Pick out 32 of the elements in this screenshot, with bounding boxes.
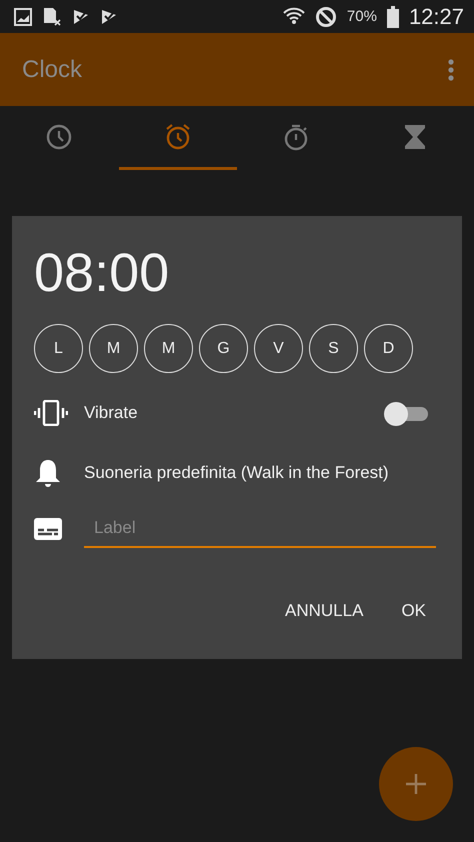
do-not-disturb-icon — [314, 6, 337, 28]
vibrate-label: Vibrate — [84, 403, 138, 423]
battery-percentage: 70% — [346, 8, 377, 25]
overflow-menu-icon[interactable] — [448, 58, 454, 80]
day-toggle[interactable]: M — [89, 324, 138, 373]
dialog-button[interactable]: ANNULLA — [275, 593, 374, 629]
app-title: Clock — [22, 56, 84, 84]
alarm-time[interactable]: 08:00 — [34, 246, 440, 300]
wifi-icon — [282, 6, 305, 26]
battery-icon — [386, 6, 399, 28]
vibrate-icon — [34, 400, 68, 426]
gallery-icon — [14, 8, 32, 26]
label-icon — [34, 518, 62, 540]
alarm-clock-icon — [164, 122, 192, 150]
day-toggle[interactable]: D — [364, 324, 413, 373]
check-flag-icon — [100, 8, 118, 26]
plus-icon — [405, 773, 427, 795]
day-toggle[interactable]: S — [309, 324, 358, 373]
clock-icon — [45, 122, 74, 150]
check-flag-icon — [72, 8, 90, 26]
dialog-button[interactable]: OK — [391, 593, 436, 629]
day-toggle[interactable]: L — [34, 324, 83, 373]
bell-icon — [34, 458, 62, 488]
sim-card-icon — [42, 6, 62, 26]
clock-time: 12:27 — [408, 4, 464, 30]
hourglass-icon — [402, 122, 427, 150]
ringtone-label[interactable]: Suoneria predefinita (Walk in the Forest) — [84, 463, 389, 483]
label-field[interactable]: Label — [84, 510, 436, 548]
day-toggle[interactable]: V — [254, 324, 303, 373]
day-toggle[interactable]: M — [144, 324, 193, 373]
vibrate-switch[interactable] — [384, 402, 428, 424]
day-toggle[interactable]: G — [199, 324, 248, 373]
